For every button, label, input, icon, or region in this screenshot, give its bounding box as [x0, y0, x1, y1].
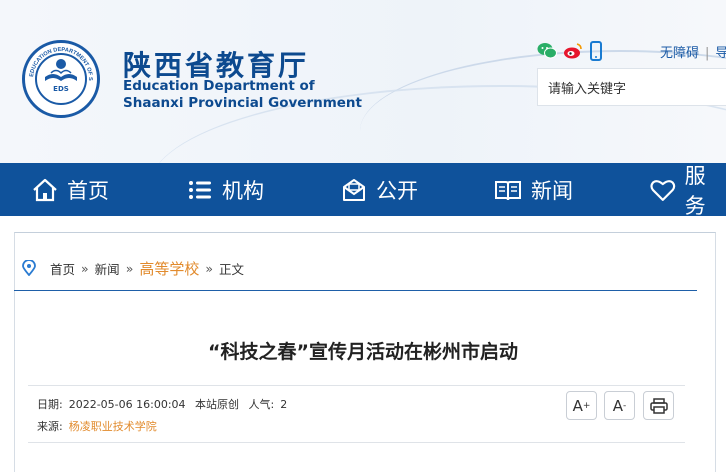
envelope-icon	[343, 178, 365, 201]
location-pin-icon	[22, 260, 36, 276]
printer-icon	[649, 397, 668, 414]
nav-item-public[interactable]: 公开	[341, 163, 418, 216]
font-larger-label: A	[572, 396, 583, 415]
home-icon	[33, 178, 57, 201]
font-larger-button[interactable]: A +	[566, 391, 597, 420]
site-header: EDUCATION DEPARTMENT OF SHAANXI EDS 陕西省教…	[0, 0, 726, 163]
nav-label: 服务	[684, 163, 706, 218]
nav-item-news[interactable]: 新闻	[494, 163, 573, 216]
breadcrumb-arrow: »	[81, 260, 89, 276]
search-input[interactable]	[538, 69, 726, 107]
social-links	[537, 41, 603, 61]
mobile-icon[interactable]	[589, 41, 603, 61]
site-title-en-line2: Shaanxi Provincial Government	[123, 95, 362, 111]
guide-link[interactable]: 导	[715, 46, 726, 61]
search-box	[537, 68, 726, 107]
font-smaller-button[interactable]: A-	[604, 391, 635, 420]
font-larger-sup: +	[582, 400, 591, 411]
accessibility-link[interactable]: 无障碍	[660, 46, 699, 61]
site-title-en-line1: Education Department of	[123, 78, 315, 94]
views-label: 人气:	[248, 398, 275, 411]
source-value[interactable]: 杨凌职业技术学院	[69, 420, 157, 433]
breadcrumb-arrow: »	[205, 260, 214, 276]
logo-eds-text: EDS	[53, 85, 69, 93]
site-logo[interactable]: EDUCATION DEPARTMENT OF SHAANXI EDS	[22, 40, 100, 118]
source-label: 来源:	[37, 420, 63, 433]
font-smaller-label: A	[612, 396, 623, 415]
top-links: 无障碍 | 导	[660, 42, 726, 61]
list-icon	[189, 180, 211, 199]
book-emblem-icon	[45, 59, 77, 81]
origin-label: 本站原创	[195, 398, 240, 411]
wechat-icon[interactable]	[537, 42, 557, 60]
main-nav: 首页 机构 公开 新闻 服务	[0, 163, 726, 218]
heart-icon	[650, 179, 676, 201]
article-meta-line: 日期: 2022-05-06 16:00:04 本站原创 人气: 2	[37, 396, 293, 412]
breadcrumb-section[interactable]: 高等学校	[139, 258, 199, 279]
nav-label: 机构	[222, 178, 264, 203]
publish-date: 2022-05-06 16:00:04	[68, 398, 186, 411]
nav-label: 首页	[67, 178, 109, 203]
nav-label: 公开	[376, 178, 418, 203]
article-source-line: 来源: 杨凌职业技术学院	[37, 418, 163, 434]
breadcrumb-page: 正文	[219, 261, 245, 277]
breadcrumb-news[interactable]: 新闻	[95, 259, 120, 278]
breadcrumb-arrow: »	[125, 260, 134, 276]
views-count: 2	[280, 398, 288, 411]
nav-item-home[interactable]: 首页	[32, 163, 109, 216]
nav-item-service[interactable]: 服务	[650, 163, 726, 218]
weibo-icon[interactable]	[563, 42, 583, 60]
nav-item-organization[interactable]: 机构	[187, 163, 264, 216]
font-smaller-sup: -	[623, 400, 627, 411]
breadcrumb-home[interactable]: 首页	[50, 259, 75, 278]
article-title: “科技之春”宣传月活动在彬州市启动	[208, 341, 518, 363]
date-label: 日期:	[37, 398, 63, 411]
logo-emblem: EDS	[35, 53, 87, 105]
print-button[interactable]	[643, 391, 674, 420]
link-separator: |	[705, 46, 710, 61]
breadcrumb-divider	[14, 290, 697, 291]
nav-label: 新闻	[531, 178, 573, 203]
breadcrumb: 首页 » 新闻 » 高等学校 » 正文	[22, 258, 245, 279]
book-icon	[495, 180, 521, 200]
